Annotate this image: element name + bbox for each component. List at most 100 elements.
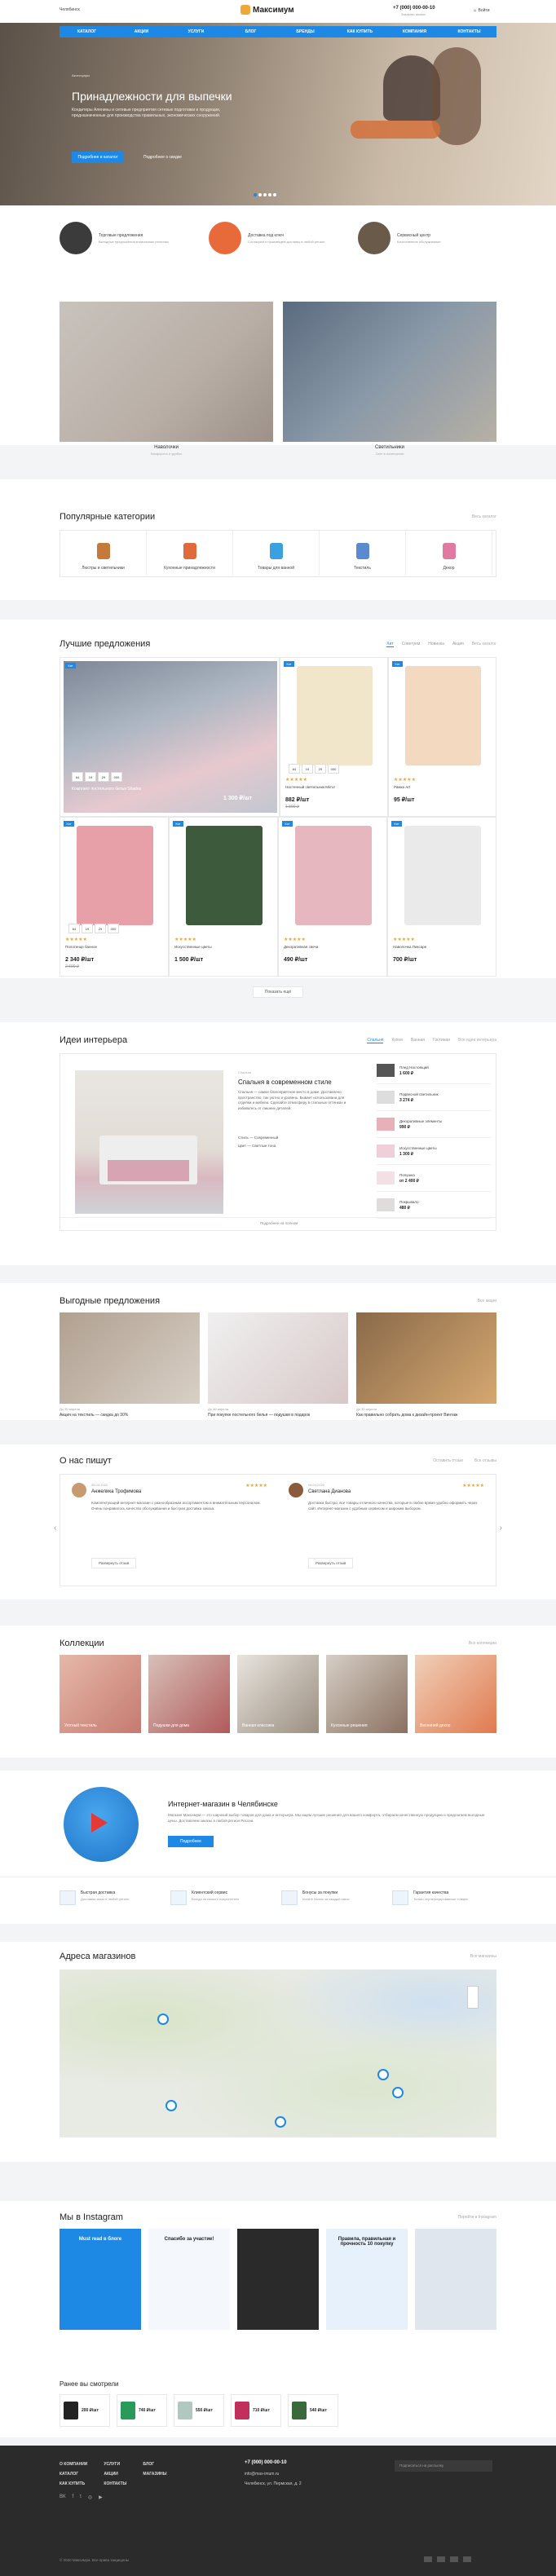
all-reviews-link[interactable]: Все отзывы [474,1458,496,1463]
idea-product[interactable]: Искусственные цветы 1 300 ₽ [377,1138,491,1165]
map-pin-icon[interactable] [377,2069,389,2080]
facebook-icon[interactable]: f [73,2494,74,2500]
write-review-link[interactable]: Оставить отзыв [433,1458,463,1463]
product-card[interactable]: Хит ★★★★★ Наволочка Пиксаре 700 ₽/шт [387,817,496,977]
footer-link[interactable]: Услуги [104,2462,126,2467]
login-link[interactable]: ☺ Войти [473,8,490,13]
show-more-button[interactable]: Показать ещё [252,986,304,998]
map-pin-icon[interactable] [157,2014,169,2025]
instagram-post[interactable] [237,2229,319,2330]
hero-catalog-button[interactable]: Подробнее в каталог [72,152,124,163]
youtube-icon[interactable]: ▶ [99,2494,103,2500]
product-name[interactable]: Полотенце банное [65,945,165,949]
idea-heading[interactable]: Спальня в современном стиле [238,1078,332,1086]
map-pin-icon[interactable] [392,2087,404,2098]
nav-item-2[interactable]: Услуги [169,26,223,37]
viewed-item[interactable]: 540 ₽/шт [288,2394,338,2427]
footer-phone[interactable]: +7 (000) 000-00-10 [245,2460,287,2465]
best-link[interactable]: Весь каталог [472,642,496,646]
categories-link[interactable]: Весь каталог [472,514,496,519]
nav-item-1[interactable]: Акции [114,26,169,37]
product-card[interactable]: Хит 64 19 29 000 ★★★★★ Настенный светильник Mi… [280,657,388,817]
collection-card[interactable]: Подушки для дома [148,1655,230,1733]
tab-1[interactable]: Советуем [402,642,421,646]
idea-tab-3[interactable]: Гостиная [433,1038,450,1043]
idea-tab-0[interactable]: Спальня [367,1038,384,1043]
offers-link[interactable]: Все акции [478,1299,496,1303]
viewed-item[interactable]: 550 ₽/шт [174,2394,224,2427]
nav-item-7[interactable]: Контакты [442,26,496,37]
product-name[interactable]: Наволочка Пиксаре [393,945,492,949]
idea-product[interactable]: Подвесной светильник 3 274 ₽ [377,1084,491,1111]
product-name[interactable]: Декоративная свеча [284,945,383,949]
product-card[interactable]: Хит ★★★★★ Декоративная свеча 490 ₽/шт [278,817,387,977]
footer-link[interactable]: Блог [143,2462,166,2467]
footer-link[interactable]: О компании [60,2462,87,2467]
stores-link[interactable]: Все магазины [470,1954,496,1959]
instagram-post[interactable]: Правила, правильная и прочность 10 покуп… [326,2229,408,2330]
nav-item-6[interactable]: Компания [387,26,442,37]
promo-card[interactable]: Наволочки Комфортно и удобно [60,302,273,456]
about-button[interactable]: Подробнее [168,1836,214,1847]
viewed-item[interactable]: 740 ₽/шт [117,2394,167,2427]
play-icon[interactable] [91,1813,108,1833]
logo[interactable]: Максимум [240,5,294,15]
product-card[interactable]: Хит 64 19 29 000 ★★★★★ Полотенце банное 2 340 ₽… [60,817,169,977]
feature-item[interactable]: Доставка под ключ Согласуем и произведем … [209,222,347,254]
feature-item[interactable]: Торговые предложения Выгодные предложения… [60,222,198,254]
product-name[interactable]: Комплект постельного белья Shades [72,787,141,792]
idea-tab-1[interactable]: Кухня [391,1038,402,1043]
idea-product[interactable]: Полушка от 2 400 ₽ [377,1165,491,1192]
product-card-featured[interactable]: Хит 64 19 29 000 Комплект постельного белья… [60,657,280,817]
nav-item-5[interactable]: Как купить [333,26,387,37]
map-zoom-control[interactable] [467,1986,479,2009]
product-card[interactable]: Хит ★★★★★ Искусственные цветы 1 500 ₽/шт [169,817,278,977]
instagram-post[interactable]: Must read в блоге [60,2229,141,2330]
nav-item-0[interactable]: Каталог [60,26,114,37]
map-pin-icon[interactable] [275,2116,286,2128]
vk-icon[interactable]: ВК [60,2494,66,2500]
prev-arrow-icon[interactable]: ‹ [54,1524,56,1533]
footer-link[interactable]: Контакты [104,2481,126,2486]
tab-0[interactable]: Хит [386,642,394,647]
feature-item[interactable]: Сервисный центр Качественное обслуживание [358,222,496,254]
footer-email[interactable]: info@max-imum.ru [245,2472,279,2477]
product-card[interactable]: Хит ★★★★★ Рамка Art 95 ₽/шт [388,657,496,817]
map-pin-icon[interactable] [165,2100,177,2111]
offer-card[interactable]: До 30 апреля Акция на текстиль — скидка д… [60,1312,200,1418]
next-arrow-icon[interactable]: › [500,1524,502,1533]
collection-card[interactable]: Ванная классика [237,1655,319,1733]
promo-card[interactable]: Светильники Свет в помещении [283,302,496,456]
category-card[interactable]: Текстиль [320,531,406,576]
category-card[interactable]: Люстры и светильники [60,531,147,576]
idea-more-link[interactable]: Подробнее на полном [60,1217,497,1225]
footer-link[interactable]: Акции [104,2472,126,2477]
idea-product[interactable]: Декоративные элементы 990 ₽ [377,1111,491,1138]
subscribe-input[interactable]: Подписаться на рассылку [395,2460,492,2472]
idea-product[interactable]: Плед Настоящий 1 600 ₽ [377,1057,491,1084]
city-selector[interactable]: Челябинск [60,7,80,12]
collections-link[interactable]: Все коллекции [469,1641,496,1646]
tab-3[interactable]: Акция [452,642,464,646]
instagram-icon[interactable]: ◎ [88,2494,92,2500]
collection-card[interactable]: Уютный текстиль [60,1655,141,1733]
nav-item-4[interactable]: Бренды [278,26,333,37]
offer-card[interactable]: До 30 апреля При покупке постельного бель… [208,1312,348,1418]
instagram-link[interactable]: Перейти в Instagram [458,2215,496,2220]
twitter-icon[interactable]: t [80,2494,82,2500]
header-phone[interactable]: +7 (000) 000-00-10 [393,6,435,11]
category-card[interactable]: Товары для ванной [233,531,320,576]
offer-card[interactable]: До 30 апреля Как правильно собрать дома к… [356,1312,496,1418]
stores-map[interactable] [60,1969,496,2137]
footer-link[interactable]: Каталог [60,2472,87,2477]
collection-card[interactable]: Весенний декор [415,1655,496,1733]
idea-tab-2[interactable]: Ванная [411,1038,425,1043]
viewed-item[interactable]: 710 ₽/шт [231,2394,281,2427]
tab-2[interactable]: Новинка [428,642,444,646]
instagram-post[interactable]: Спасибо за участие! [148,2229,230,2330]
expand-review-button[interactable]: Развернуть отзыв [308,1558,354,1568]
idea-product[interactable]: Покрывало 480 ₽ [377,1192,491,1219]
product-name[interactable]: Искусственные цветы [174,945,274,949]
viewed-item[interactable]: 200 ₽/шт [60,2394,110,2427]
hero-pager[interactable] [253,192,277,198]
